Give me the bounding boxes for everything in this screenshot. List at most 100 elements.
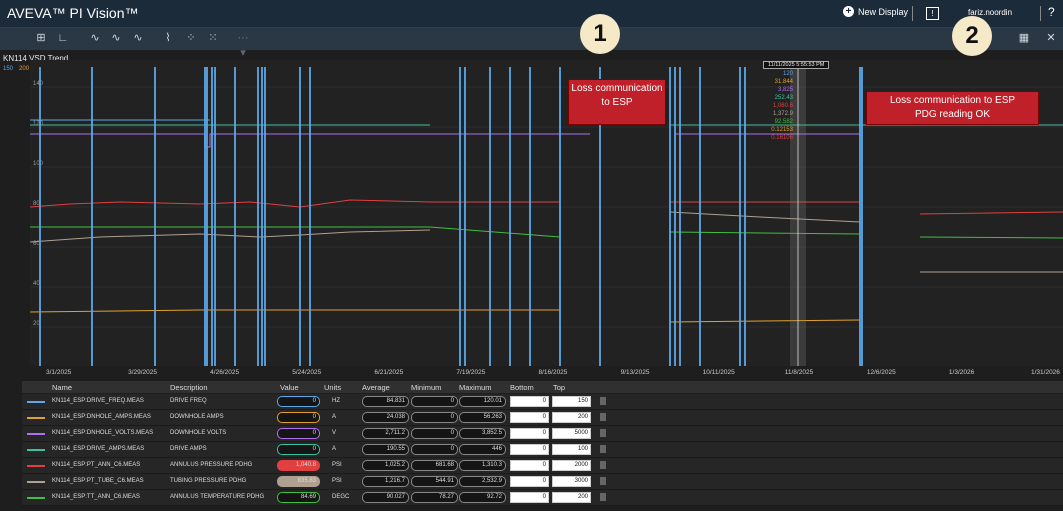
bottom-scale-input[interactable]: 0: [510, 444, 549, 455]
bottom-scale-input[interactable]: 0: [510, 428, 549, 439]
tag-units: PSI: [332, 478, 342, 484]
cursor-value: 1,372.9: [772, 111, 793, 117]
delete-icon[interactable]: [600, 397, 606, 405]
table-row[interactable]: KN114_ESP:PT_ANN_C6.MEAS ANNULUS PRESSURE…: [22, 458, 1063, 474]
top-scale-input[interactable]: 200: [552, 492, 591, 503]
delete-icon[interactable]: [600, 477, 606, 485]
bottom-scale-input[interactable]: 0: [510, 492, 549, 503]
y-tick-label: 100: [33, 161, 44, 167]
annotation-line1: Loss communication to ESP: [889, 95, 1016, 106]
current-value: 0: [277, 444, 320, 455]
annotation-loss-comm-pdg: Loss communication to ESP PDG reading OK: [866, 91, 1039, 125]
divider: [1040, 6, 1041, 21]
series-color-swatch: [27, 433, 45, 435]
cursor-value: 252.43: [774, 95, 793, 101]
col-top[interactable]: Top: [553, 383, 565, 392]
tag-units: V: [332, 430, 337, 436]
x-tick-label: 1/3/2026: [949, 369, 975, 376]
tag-name: KN114_ESP:TT_ANN_C6.MEAS: [52, 494, 140, 500]
xy-plot-icon[interactable]: ⌇: [160, 31, 176, 46]
bottom-scale-input[interactable]: 0: [510, 476, 549, 487]
top-scale-input[interactable]: 3000: [552, 476, 591, 487]
maximum-value: 3,852.5: [459, 428, 506, 439]
bottom-scale-input[interactable]: 0: [510, 412, 549, 423]
col-bottom[interactable]: Bottom: [510, 383, 534, 392]
series-color-swatch: [27, 481, 45, 483]
average-value: 1,216.7: [362, 476, 409, 487]
x-tick-label: 4/26/2025: [210, 369, 239, 376]
new-display-button[interactable]: + New Display: [843, 6, 908, 17]
cursor-value: 3,825: [777, 87, 793, 93]
minimum-value: 0: [411, 396, 458, 407]
cursor-values: 120 31.844 3,825 252.43 1,060.6 1,372.9 92.582…: [765, 70, 793, 142]
minimum-value: 0: [411, 444, 458, 455]
minimum-value: 0: [411, 428, 458, 439]
top-scale-input[interactable]: 150: [552, 396, 591, 407]
minimum-value: 681.68: [411, 460, 458, 471]
tag-description: ANNULUS PRESSURE PDHG: [170, 462, 253, 468]
delete-icon[interactable]: [600, 413, 606, 421]
cursor-value: 92.582: [774, 119, 793, 125]
app-header: AVEVA™ PI Vision™ + New Display ! fariz.…: [0, 0, 1063, 28]
help-icon[interactable]: ?: [1048, 5, 1055, 19]
new-display-label: New Display: [858, 6, 909, 17]
top-scale-input[interactable]: 5000: [552, 428, 591, 439]
x-tick-label: 8/16/2025: [539, 369, 568, 376]
table-toggle-icon[interactable]: ▦: [1016, 31, 1032, 46]
callout-2: 2: [952, 16, 992, 56]
grid-icon[interactable]: ⊞: [33, 31, 49, 46]
more-icon[interactable]: ⋯▾: [235, 31, 251, 59]
tag-name: KN114_ESP:DRIVE_AMPS.MEAS: [52, 446, 145, 452]
cursor-value: 31.844: [774, 79, 793, 85]
current-value: 0: [277, 428, 320, 439]
series-color-swatch: [27, 465, 45, 467]
close-icon[interactable]: ✕: [1043, 31, 1059, 46]
display-icon[interactable]: !: [926, 7, 939, 20]
table-row[interactable]: KN114_ESP:DRIVE_AMPS.MEAS DRIVE AMPS 0 A 190…: [22, 442, 1063, 458]
tag-units: A: [332, 446, 337, 452]
col-maximum[interactable]: Maximum: [459, 383, 492, 392]
table-row[interactable]: KN114_ESP:TT_ANN_C6.MEAS ANNULUS TEMPERAT…: [22, 490, 1063, 506]
top-scale-input[interactable]: 2000: [552, 460, 591, 471]
tag-name: KN114_ESP:DNHOLE_AMPS.MEAS: [52, 414, 151, 420]
scatter2-icon[interactable]: ⁙: [205, 31, 221, 46]
col-name[interactable]: Name: [52, 383, 72, 392]
top-scale-input[interactable]: 100: [552, 444, 591, 455]
scatter-icon[interactable]: ⁘: [183, 31, 199, 46]
tag-units: DEGC: [332, 494, 350, 500]
trend-multi-icon[interactable]: ∿: [108, 31, 124, 46]
x-tick-label: 1/31/2026: [1031, 369, 1060, 376]
cursor-value: 0.12153: [771, 127, 793, 133]
delete-icon[interactable]: [600, 461, 606, 469]
delete-icon[interactable]: [600, 493, 606, 501]
minimum-value: 0: [411, 412, 458, 423]
col-units[interactable]: Units: [324, 383, 341, 392]
table-row[interactable]: KN114_ESP:DNHOLE_AMPS.MEAS DOWNHOLE AMPS 0…: [22, 410, 1063, 426]
tag-description: DOWNHOLE AMPS: [170, 414, 224, 420]
top-scale-input[interactable]: 200: [552, 412, 591, 423]
table-row[interactable]: KN114_ESP:DRIVE_FREQ.MEAS DRIVE FREQ 0 HZ 84…: [22, 394, 1063, 410]
col-minimum[interactable]: Minimum: [411, 383, 441, 392]
x-tick-label: 6/21/2025: [374, 369, 403, 376]
minimum-value: 544.91: [411, 476, 458, 487]
axis-icon[interactable]: ∟: [55, 31, 71, 46]
maximum-value: 56.263: [459, 412, 506, 423]
col-average[interactable]: Average: [362, 383, 390, 392]
annotation-line2: PDG reading OK: [914, 109, 991, 120]
table-row[interactable]: KN114_ESP:PT_TUBE_C6.MEAS TUBING PRESSURE…: [22, 474, 1063, 490]
col-description[interactable]: Description: [170, 383, 208, 392]
annotation-loss-comm: Loss communication to ESP: [568, 79, 666, 125]
average-value: 1,025.2: [362, 460, 409, 471]
trend-icon[interactable]: ∿: [87, 31, 103, 46]
delete-icon[interactable]: [600, 445, 606, 453]
average-value: 190.55: [362, 444, 409, 455]
col-value[interactable]: Value: [280, 383, 299, 392]
maximum-value: 2,532.9: [459, 476, 506, 487]
bottom-scale-input[interactable]: 0: [510, 460, 549, 471]
series-color-swatch: [27, 497, 45, 499]
bottom-scale-input[interactable]: 0: [510, 396, 549, 407]
trend-stacked-icon[interactable]: ∿: [130, 31, 146, 46]
table-row[interactable]: KN114_ESP:DNHOLE_VOLTS.MEAS DOWNHOLE VOLT…: [22, 426, 1063, 442]
current-value: 0: [277, 412, 320, 423]
delete-icon[interactable]: [600, 429, 606, 437]
